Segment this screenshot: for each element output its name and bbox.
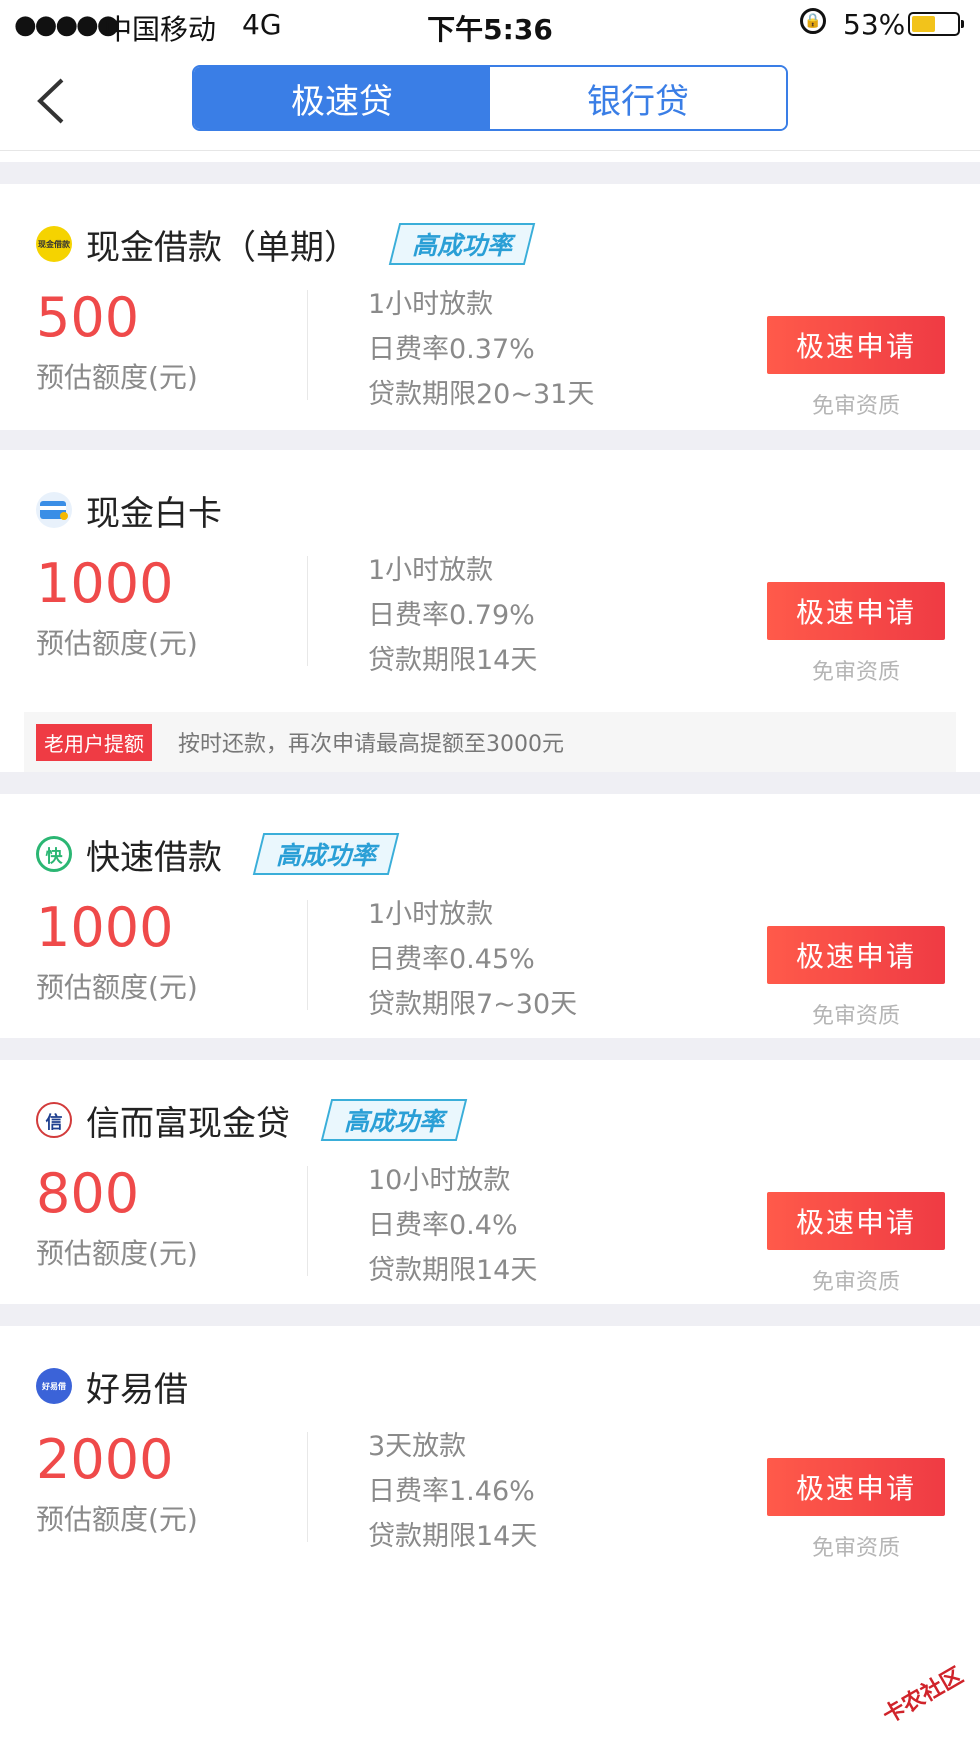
apply-button[interactable]: 极速申请 [767,582,945,640]
daily-rate: 日费率0.37% [368,334,535,365]
loan-term: 贷款期限7~30天 [368,989,578,1020]
haoyijie-logo-icon: 好易借 [36,1368,72,1404]
apply-button[interactable]: 极速申请 [767,926,945,984]
loan-name: 现金白卡 [86,493,222,534]
section-divider [0,1038,980,1060]
amount-label: 预估额度(元) [36,1503,198,1536]
section-divider [0,162,980,184]
loan-card-header: 现金借款 现金借款（单期） 高成功率 [36,220,536,268]
loan-name: 快速借款 [86,837,222,878]
loan-card-header: 快 快速借款 高成功率 [36,830,400,878]
divider [307,900,308,1010]
loan-amount: 1000 [36,896,174,959]
loan-details: 1小时放款 日费率0.79% 贷款期限14天 [368,548,537,683]
no-review-label: 免审资质 [811,1536,900,1561]
amount-label: 预估额度(元) [36,361,198,394]
loan-term: 贷款期限14天 [368,1521,538,1552]
loan-details: 1小时放款 日费率0.45% 贷款期限7~30天 [368,892,577,1027]
navigation-bar: 极速贷 银行贷 [0,50,980,151]
battery-percentage: 53% [843,8,906,41]
back-chevron-icon[interactable] [32,76,72,126]
amount-label: 预估额度(元) [36,971,198,1004]
status-bar: ●●●●● 中国移动 4G 下午5:36 🔒 53% [0,0,980,50]
tab-express-loan[interactable]: 极速贷 [194,67,490,129]
clock: 下午5:36 [427,13,553,46]
disbursement-time: 1小时放款 [368,555,494,586]
high-success-rate-tag: 高成功率 [320,1099,468,1141]
amount-label: 预估额度(元) [36,1237,198,1270]
loan-card-header: 现金白卡 [36,486,222,534]
loan-name: 信而富现金贷 [86,1103,290,1144]
loan-card-header: 好易借 好易借 [36,1362,188,1410]
apply-button[interactable]: 极速申请 [767,1458,945,1516]
xianjin-jiekuan-logo-icon: 现金借款 [36,226,72,262]
daily-rate: 日费率0.79% [368,600,535,631]
loan-name: 现金借款（单期） [86,227,358,268]
disbursement-time: 1小时放款 [368,289,494,320]
divider [307,556,308,666]
divider [307,290,308,400]
no-review-label: 免审资质 [811,394,900,419]
daily-rate: 日费率0.45% [368,944,535,975]
divider [307,1166,308,1276]
high-success-rate-tag: 高成功率 [252,833,400,875]
loan-details: 1小时放款 日费率0.37% 贷款期限20~31天 [368,282,594,417]
loan-term: 贷款期限14天 [368,645,538,676]
loan-card[interactable]: 信 信而富现金贷 高成功率 800 预估额度(元) 10小时放款 日费率0.4%… [0,1060,980,1304]
section-divider [0,430,980,450]
amount-label: 预估额度(元) [36,627,198,660]
disbursement-time: 1小时放款 [368,899,494,930]
promo-text: 按时还款，再次申请最高提额至3000元 [178,732,564,757]
loan-card[interactable]: 好易借 好易借 2000 预估额度(元) 3天放款 日费率1.46% 贷款期限1… [0,1326,980,1743]
loan-card[interactable]: 现金白卡 1000 预估额度(元) 1小时放款 日费率0.79% 贷款期限14天… [0,450,980,772]
battery-icon [908,12,964,36]
apply-button[interactable]: 极速申请 [767,1192,945,1250]
loan-type-segmented-control: 极速贷 银行贷 [192,65,788,131]
no-review-label: 免审资质 [811,660,900,685]
section-divider [0,1304,980,1326]
loan-card[interactable]: 快 快速借款 高成功率 1000 预估额度(元) 1小时放款 日费率0.45% … [0,794,980,1038]
no-review-label: 免审资质 [811,1004,900,1029]
kuai-logo-icon: 快 [36,836,72,872]
loan-name: 好易借 [86,1369,188,1410]
loan-amount: 1000 [36,552,174,615]
loan-term: 贷款期限20~31天 [368,379,595,410]
daily-rate: 日费率1.46% [368,1476,535,1507]
xin-logo-icon: 信 [36,1102,72,1138]
loan-amount: 800 [36,1162,140,1225]
promo-banner: 老用户提额 按时还款，再次申请最高提额至3000元 [24,712,956,772]
no-review-label: 免审资质 [811,1270,900,1295]
divider [307,1432,308,1542]
loan-card[interactable]: 现金借款 现金借款（单期） 高成功率 500 预估额度(元) 1小时放款 日费率… [0,184,980,430]
loan-amount: 2000 [36,1428,174,1491]
apply-button[interactable]: 极速申请 [767,316,945,374]
credit-card-logo-icon [36,492,72,528]
tab-bank-loan[interactable]: 银行贷 [490,67,786,129]
loan-term: 贷款期限14天 [368,1255,538,1286]
loan-details: 10小时放款 日费率0.4% 贷款期限14天 [368,1158,537,1293]
daily-rate: 日费率0.4% [368,1210,518,1241]
disbursement-time: 10小时放款 [368,1165,511,1196]
loan-amount: 500 [36,286,140,349]
high-success-rate-tag: 高成功率 [388,223,536,265]
disbursement-time: 3天放款 [368,1431,467,1462]
loan-details: 3天放款 日费率1.46% 贷款期限14天 [368,1424,537,1559]
section-divider [0,772,980,794]
orientation-lock-icon: 🔒 [800,8,826,34]
promo-badge: 老用户提额 [36,723,152,761]
loan-card-header: 信 信而富现金贷 高成功率 [36,1096,468,1144]
